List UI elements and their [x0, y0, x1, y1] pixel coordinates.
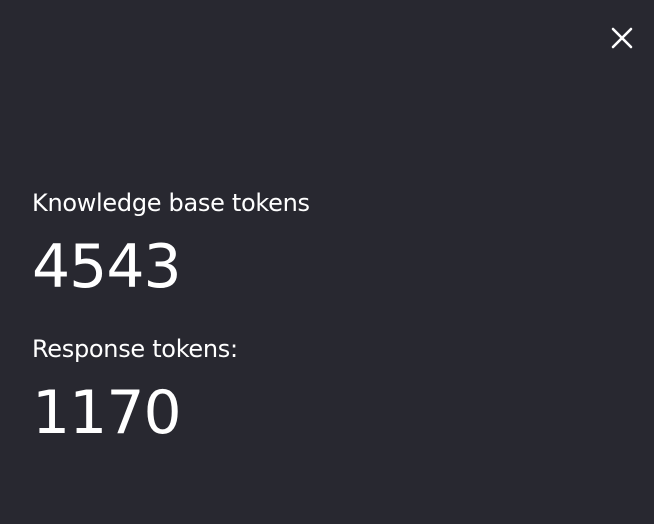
response-tokens-label: Response tokens: [32, 335, 238, 363]
response-tokens-stat: Response tokens: 1170 [32, 331, 310, 449]
close-icon [611, 27, 633, 49]
knowledge-base-tokens-label: Knowledge base tokens [32, 189, 310, 217]
token-stats-panel: Knowledge base tokens 4543 Response toke… [0, 0, 654, 524]
stats-list: Knowledge base tokens 4543 Response toke… [32, 185, 310, 449]
close-button[interactable] [608, 24, 636, 52]
knowledge-base-tokens-stat: Knowledge base tokens 4543 [32, 185, 310, 303]
response-tokens-value: 1170 [32, 378, 182, 448]
knowledge-base-tokens-value: 4543 [32, 232, 182, 302]
